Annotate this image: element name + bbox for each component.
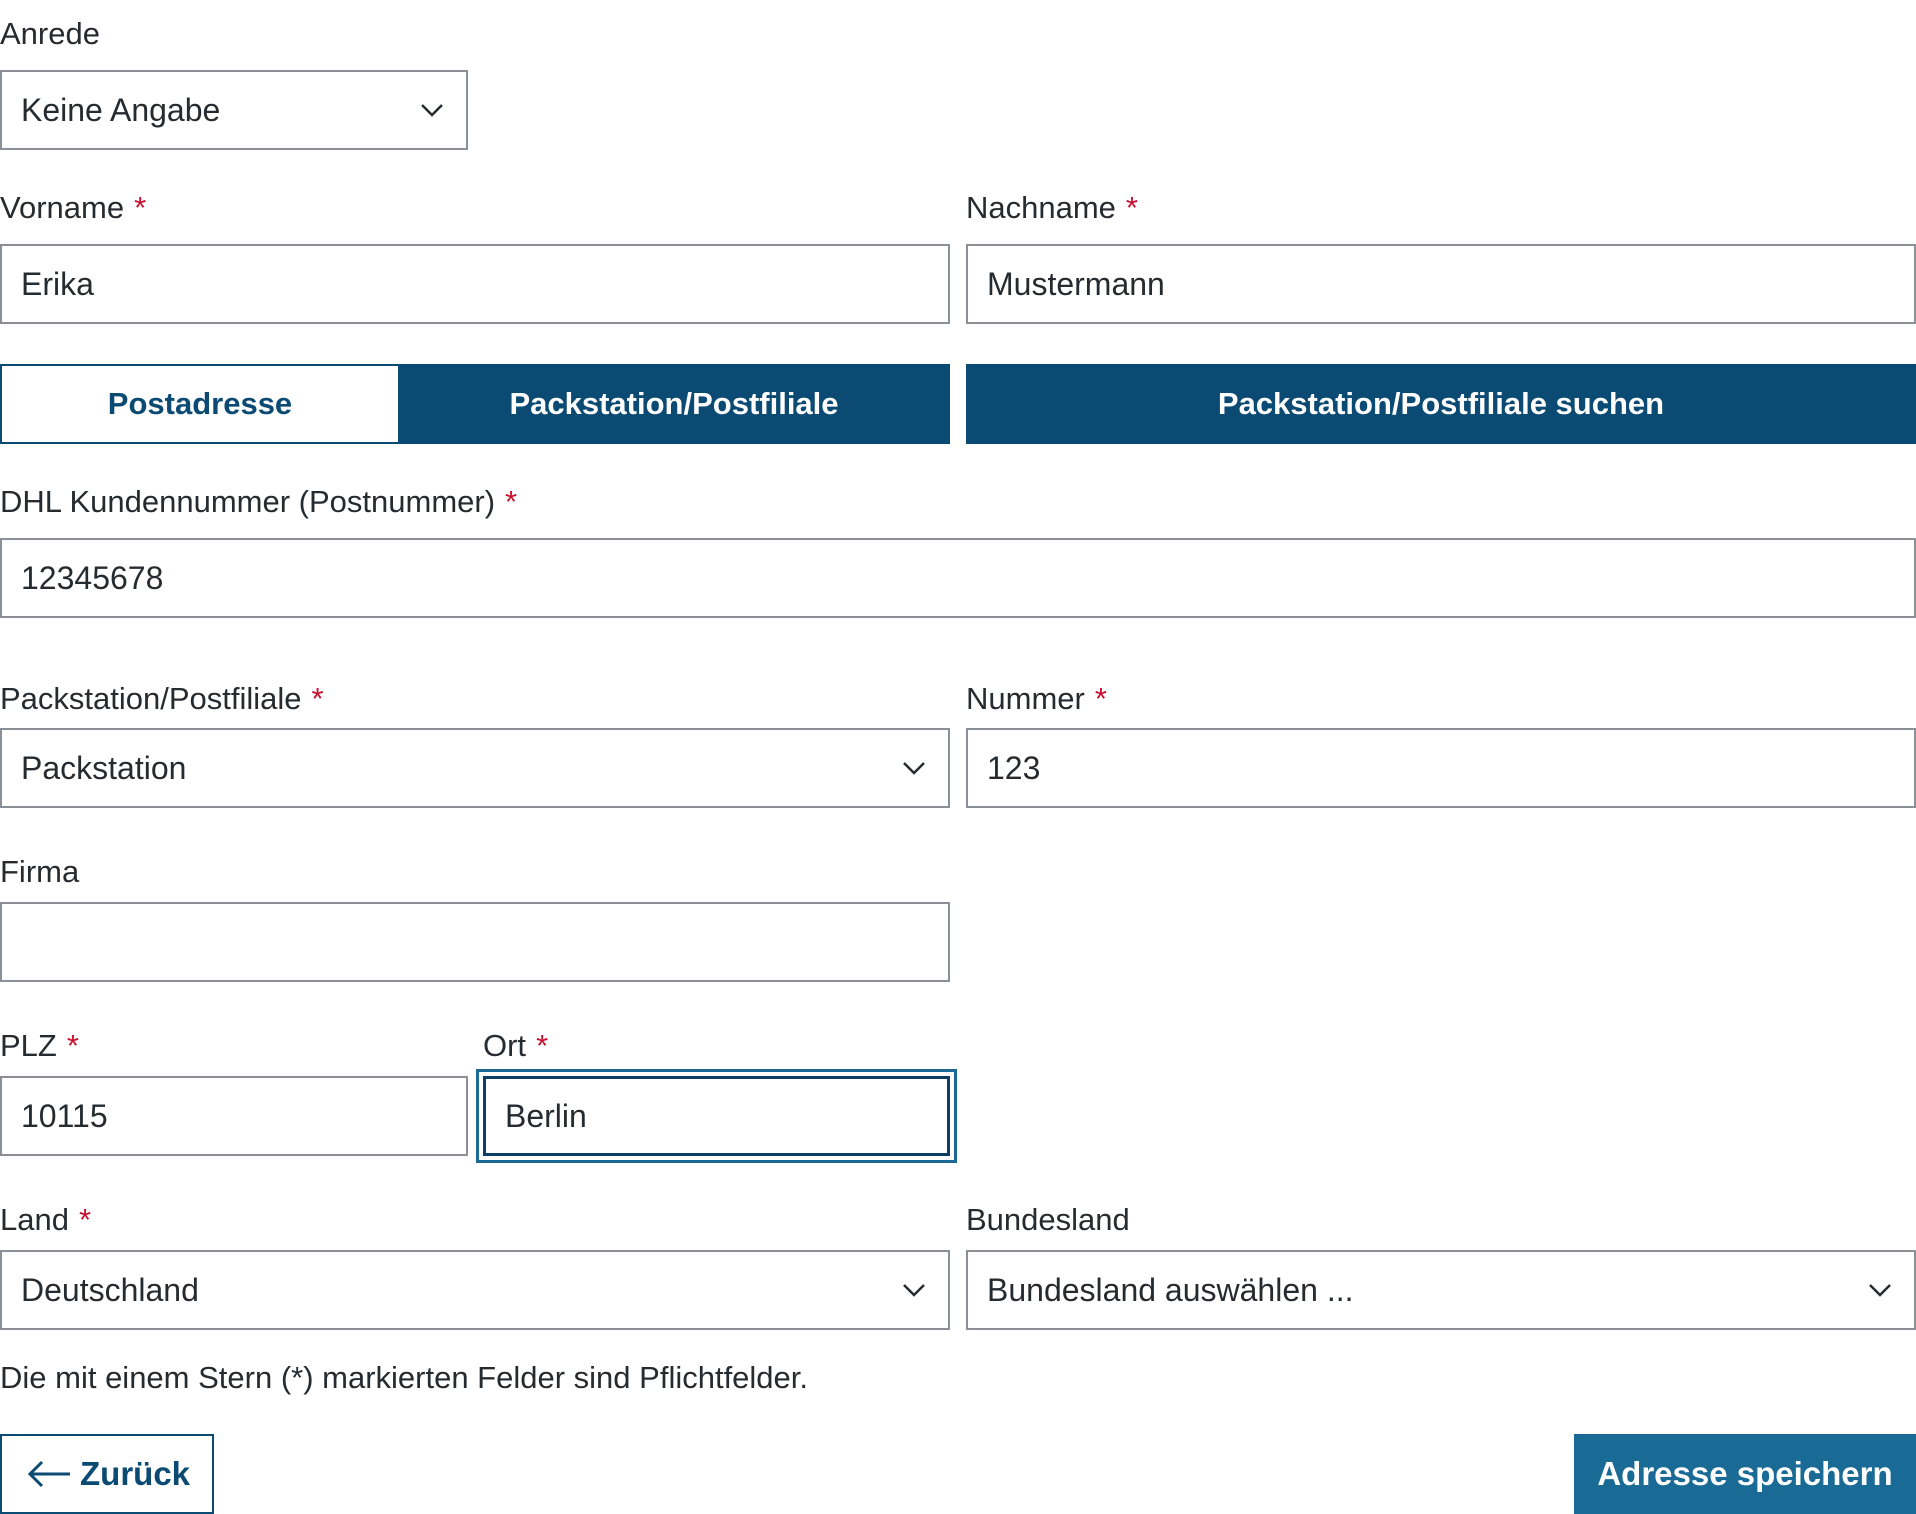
station-type-label: Packstation/Postfiliale *	[0, 681, 324, 716]
city-input[interactable]: Berlin	[483, 1076, 950, 1156]
last-name-value: Mustermann	[987, 266, 1165, 302]
last-name-label: Nachname *	[966, 190, 1138, 225]
required-marker: *	[311, 681, 324, 716]
zip-input[interactable]: 10115	[0, 1076, 468, 1156]
state-value: Bundesland auswählen ...	[987, 1272, 1354, 1308]
required-marker: *	[1094, 681, 1107, 716]
city-value: Berlin	[505, 1098, 587, 1134]
state-label: Bundesland	[966, 1202, 1130, 1237]
first-name-label: Vorname *	[0, 190, 147, 225]
company-label: Firma	[0, 854, 80, 889]
save-address-button[interactable]: Adresse speichern	[1574, 1434, 1916, 1514]
required-marker: *	[1125, 190, 1138, 225]
required-marker: *	[78, 1202, 92, 1237]
chevron-down-icon	[903, 1284, 925, 1297]
station-type-value: Packstation	[21, 750, 187, 786]
tab-postadresse[interactable]: Postadresse	[0, 364, 400, 444]
back-label: Zurück	[80, 1455, 191, 1492]
station-type-select[interactable]: Packstation	[0, 728, 950, 808]
country-value: Deutschland	[21, 1272, 199, 1308]
tab-packstation[interactable]: Packstation/Postfiliale	[398, 364, 950, 444]
dhl-customer-number-input[interactable]: 12345678	[0, 538, 1916, 618]
first-name-input[interactable]: Erika	[0, 244, 950, 324]
country-label: Land *	[0, 1202, 92, 1237]
required-marker: *	[66, 1028, 79, 1063]
salutation-value: Keine Angabe	[21, 92, 221, 128]
chevron-down-icon	[421, 104, 443, 117]
back-button[interactable]: Zurück	[0, 1434, 214, 1514]
company-input[interactable]	[0, 902, 950, 982]
state-select[interactable]: Bundesland auswählen ...	[966, 1250, 1916, 1330]
chevron-down-icon	[1869, 1284, 1891, 1297]
salutation-select[interactable]: Keine Angabe	[0, 70, 468, 150]
first-name-value: Erika	[21, 266, 94, 302]
station-number-label: Nummer *	[966, 681, 1107, 716]
city-label: Ort *	[483, 1028, 549, 1063]
station-number-value: 123	[987, 750, 1041, 786]
required-marker: *	[536, 1028, 549, 1063]
arrow-left-icon	[27, 1460, 70, 1488]
dhl-customer-number-label: DHL Kundennummer (Postnummer) *	[0, 484, 518, 519]
required-marker: *	[505, 484, 518, 519]
required-fields-note: Die mit einem Stern (*) markierten Felde…	[0, 1360, 809, 1395]
search-packstation-button[interactable]: Packstation/Postfiliale suchen	[966, 364, 1916, 444]
required-marker: *	[134, 190, 147, 225]
zip-label: PLZ *	[0, 1028, 79, 1063]
zip-value: 10115	[21, 1098, 108, 1134]
last-name-input[interactable]: Mustermann	[966, 244, 1916, 324]
dhl-customer-number-value: 12345678	[21, 560, 164, 596]
country-select[interactable]: Deutschland	[0, 1250, 950, 1330]
salutation-label: Anrede	[0, 16, 100, 51]
chevron-down-icon	[903, 762, 925, 775]
station-number-input[interactable]: 123	[966, 728, 1916, 808]
